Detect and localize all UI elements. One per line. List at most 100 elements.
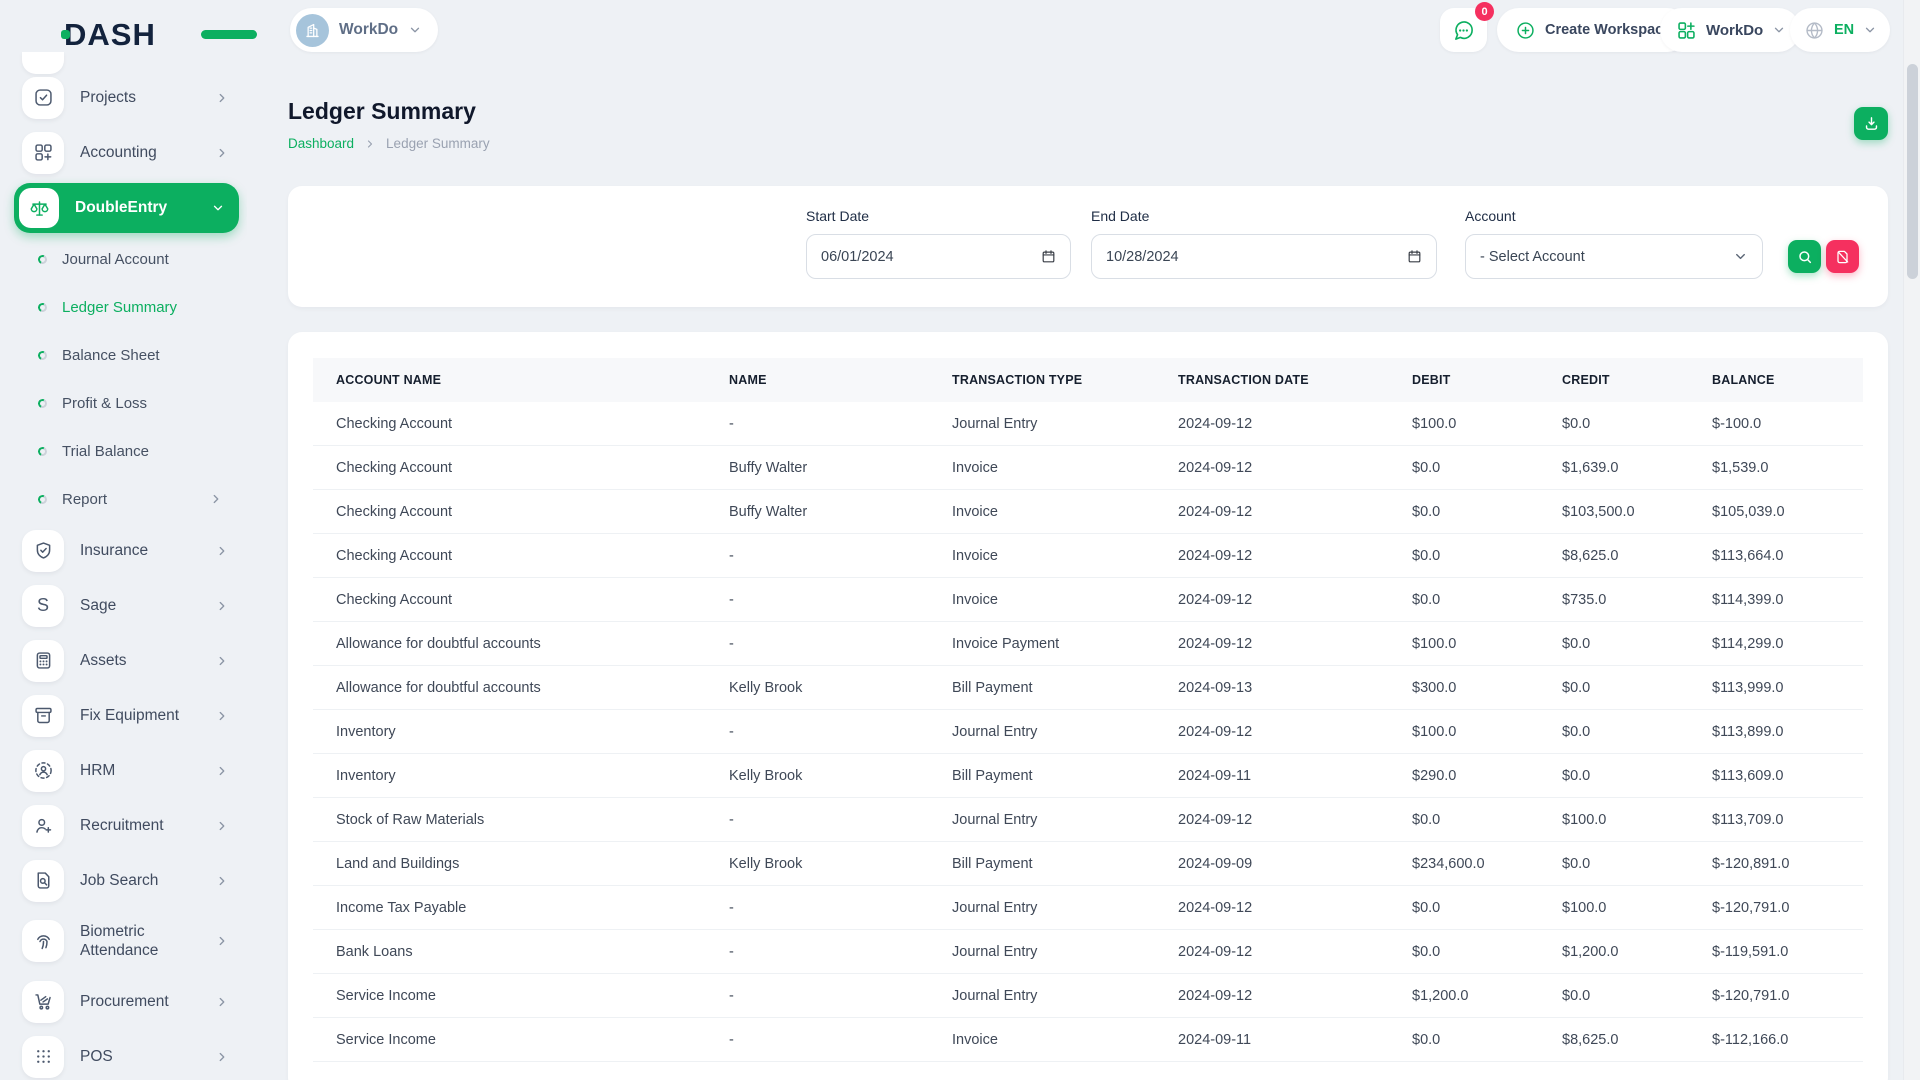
column-header-transaction-date: TRANSACTION DATE bbox=[1155, 358, 1389, 402]
sidebar-item-biometric-attendance[interactable]: Biometric Attendance bbox=[0, 908, 247, 974]
cell-name: - bbox=[706, 930, 929, 974]
sidebar-item-assets[interactable]: Assets bbox=[0, 633, 247, 688]
end-date-input[interactable] bbox=[1091, 234, 1437, 279]
cell-debit: $234,600.0 bbox=[1389, 842, 1539, 886]
column-header-debit: DEBIT bbox=[1389, 358, 1539, 402]
sidebar-item-insurance[interactable]: Insurance bbox=[0, 523, 247, 578]
cell-name: Buffy Walter bbox=[706, 446, 929, 490]
cell-credit: $1,639.0 bbox=[1539, 446, 1689, 490]
chevron-right-icon bbox=[215, 91, 229, 105]
messages-button[interactable]: 0 bbox=[1440, 8, 1487, 52]
sidebar-item-recruitment[interactable]: Recruitment bbox=[0, 798, 247, 853]
workspace-name: WorkDo bbox=[339, 21, 398, 39]
cell-transaction-type: Journal Entry bbox=[929, 886, 1155, 930]
ledger-table-card: ACCOUNT NAMENAMETRANSACTION TYPETRANSACT… bbox=[288, 332, 1888, 1080]
filter-panel: Start Date End Date Account - Select Acc… bbox=[288, 186, 1888, 307]
sidebar-item-projects[interactable]: Projects bbox=[0, 70, 247, 125]
sidebar-item-doubleentry[interactable]: DoubleEntry bbox=[14, 183, 239, 233]
cell-transaction-type: Invoice bbox=[929, 446, 1155, 490]
start-date-input[interactable] bbox=[806, 234, 1071, 279]
table-row: Service Income-Invoice2024-09-11$0.0$8,6… bbox=[313, 1018, 1863, 1062]
cell-transaction-date: 2024-09-12 bbox=[1155, 930, 1389, 974]
accounting-icon bbox=[22, 132, 64, 174]
language-code: EN bbox=[1834, 22, 1854, 38]
logo-accent-dash bbox=[201, 30, 257, 39]
cell-debit: $0.0 bbox=[1389, 798, 1539, 842]
cell-account-name: Stock of Raw Materials bbox=[313, 798, 706, 842]
sidebar-subitem-trial-balance[interactable]: Trial Balance bbox=[0, 427, 247, 475]
sidebar-item-pos[interactable]: POS bbox=[0, 1029, 247, 1080]
cell-name: - bbox=[706, 578, 929, 622]
cell-balance: $114,299.0 bbox=[1689, 622, 1863, 666]
ledger-table: ACCOUNT NAMENAMETRANSACTION TYPETRANSACT… bbox=[313, 358, 1863, 1062]
breadcrumb: Dashboard Ledger Summary bbox=[288, 136, 490, 151]
sidebar-item-hrm[interactable]: HRM bbox=[0, 743, 247, 798]
cell-transaction-type: Journal Entry bbox=[929, 798, 1155, 842]
table-row: Checking AccountBuffy WalterInvoice2024-… bbox=[313, 446, 1863, 490]
cell-transaction-date: 2024-09-13 bbox=[1155, 666, 1389, 710]
table-row: Checking AccountBuffy WalterInvoice2024-… bbox=[313, 490, 1863, 534]
sidebar-item-fix-equipment[interactable]: Fix Equipment bbox=[0, 688, 247, 743]
table-row: Stock of Raw Materials-Journal Entry2024… bbox=[313, 798, 1863, 842]
column-header-credit: CREDIT bbox=[1539, 358, 1689, 402]
cell-name: Kelly Brook bbox=[706, 666, 929, 710]
table-row: InventoryKelly BrookBill Payment2024-09-… bbox=[313, 754, 1863, 798]
logo-accent-dot bbox=[61, 30, 70, 39]
cell-debit: $0.0 bbox=[1389, 490, 1539, 534]
building-icon bbox=[303, 21, 322, 40]
cell-transaction-date: 2024-09-09 bbox=[1155, 842, 1389, 886]
account-select[interactable]: - Select Account bbox=[1465, 234, 1763, 279]
cell-balance: $113,664.0 bbox=[1689, 534, 1863, 578]
sidebar-subitem-balance-sheet[interactable]: Balance Sheet bbox=[0, 331, 247, 379]
double-entry-icon bbox=[19, 188, 59, 228]
chevron-down-icon bbox=[211, 201, 225, 215]
cell-credit: $735.0 bbox=[1539, 578, 1689, 622]
scrollbar-thumb[interactable] bbox=[1907, 64, 1918, 279]
cell-account-name: Bank Loans bbox=[313, 930, 706, 974]
sidebar-item-job-search[interactable]: Job Search bbox=[0, 853, 247, 908]
cell-credit: $0.0 bbox=[1539, 754, 1689, 798]
language-selector[interactable]: EN bbox=[1790, 8, 1890, 52]
reset-filter-button[interactable] bbox=[1826, 240, 1859, 273]
workspace-menu-button[interactable]: WorkDo bbox=[1660, 8, 1800, 52]
clear-filter-icon bbox=[1835, 249, 1851, 265]
sidebar-item-procurement[interactable]: Procurement bbox=[0, 974, 247, 1029]
chevron-right-icon bbox=[215, 146, 229, 160]
sidebar-subitem-profit-loss[interactable]: Profit & Loss bbox=[0, 379, 247, 427]
sidebar-item-sage[interactable]: SSage bbox=[0, 578, 247, 633]
sidebar-subitem-report[interactable]: Report bbox=[0, 475, 247, 523]
submenu-bullet-icon bbox=[37, 349, 49, 361]
cell-debit: $0.0 bbox=[1389, 446, 1539, 490]
cell-account-name: Allowance for doubtful accounts bbox=[313, 622, 706, 666]
apply-filter-button[interactable] bbox=[1788, 240, 1821, 273]
cell-transaction-type: Invoice Payment bbox=[929, 622, 1155, 666]
recruitment-icon bbox=[22, 805, 64, 847]
sidebar-subitem-ledger-summary[interactable]: Ledger Summary bbox=[0, 283, 247, 331]
breadcrumb-dashboard-link[interactable]: Dashboard bbox=[288, 136, 354, 151]
cell-debit: $100.0 bbox=[1389, 402, 1539, 446]
chevron-down-icon bbox=[1772, 23, 1786, 37]
sidebar-item-accounting[interactable]: Accounting bbox=[0, 125, 247, 180]
cell-transaction-date: 2024-09-11 bbox=[1155, 1018, 1389, 1062]
cell-transaction-date: 2024-09-12 bbox=[1155, 578, 1389, 622]
cell-balance: $-119,591.0 bbox=[1689, 930, 1863, 974]
cell-name: Buffy Walter bbox=[706, 490, 929, 534]
cell-account-name: Checking Account bbox=[313, 534, 706, 578]
table-row: Service Income-Journal Entry2024-09-12$1… bbox=[313, 974, 1863, 1018]
sidebar-subitem-journal-account[interactable]: Journal Account bbox=[0, 235, 247, 283]
chevron-right-icon bbox=[215, 544, 229, 558]
cell-debit: $300.0 bbox=[1389, 666, 1539, 710]
start-date-label: Start Date bbox=[806, 208, 869, 224]
workspace-switcher[interactable]: WorkDo bbox=[290, 8, 438, 52]
cell-debit: $0.0 bbox=[1389, 578, 1539, 622]
chevron-right-icon bbox=[215, 934, 229, 948]
chevron-right-icon bbox=[215, 709, 229, 723]
download-icon bbox=[1863, 115, 1880, 132]
cell-transaction-type: Bill Payment bbox=[929, 666, 1155, 710]
cell-name: - bbox=[706, 886, 929, 930]
cell-account-name: Checking Account bbox=[313, 402, 706, 446]
cell-account-name: Checking Account bbox=[313, 578, 706, 622]
cell-transaction-date: 2024-09-12 bbox=[1155, 490, 1389, 534]
app-logo[interactable]: DASH bbox=[64, 16, 156, 52]
export-download-button[interactable] bbox=[1854, 107, 1888, 140]
